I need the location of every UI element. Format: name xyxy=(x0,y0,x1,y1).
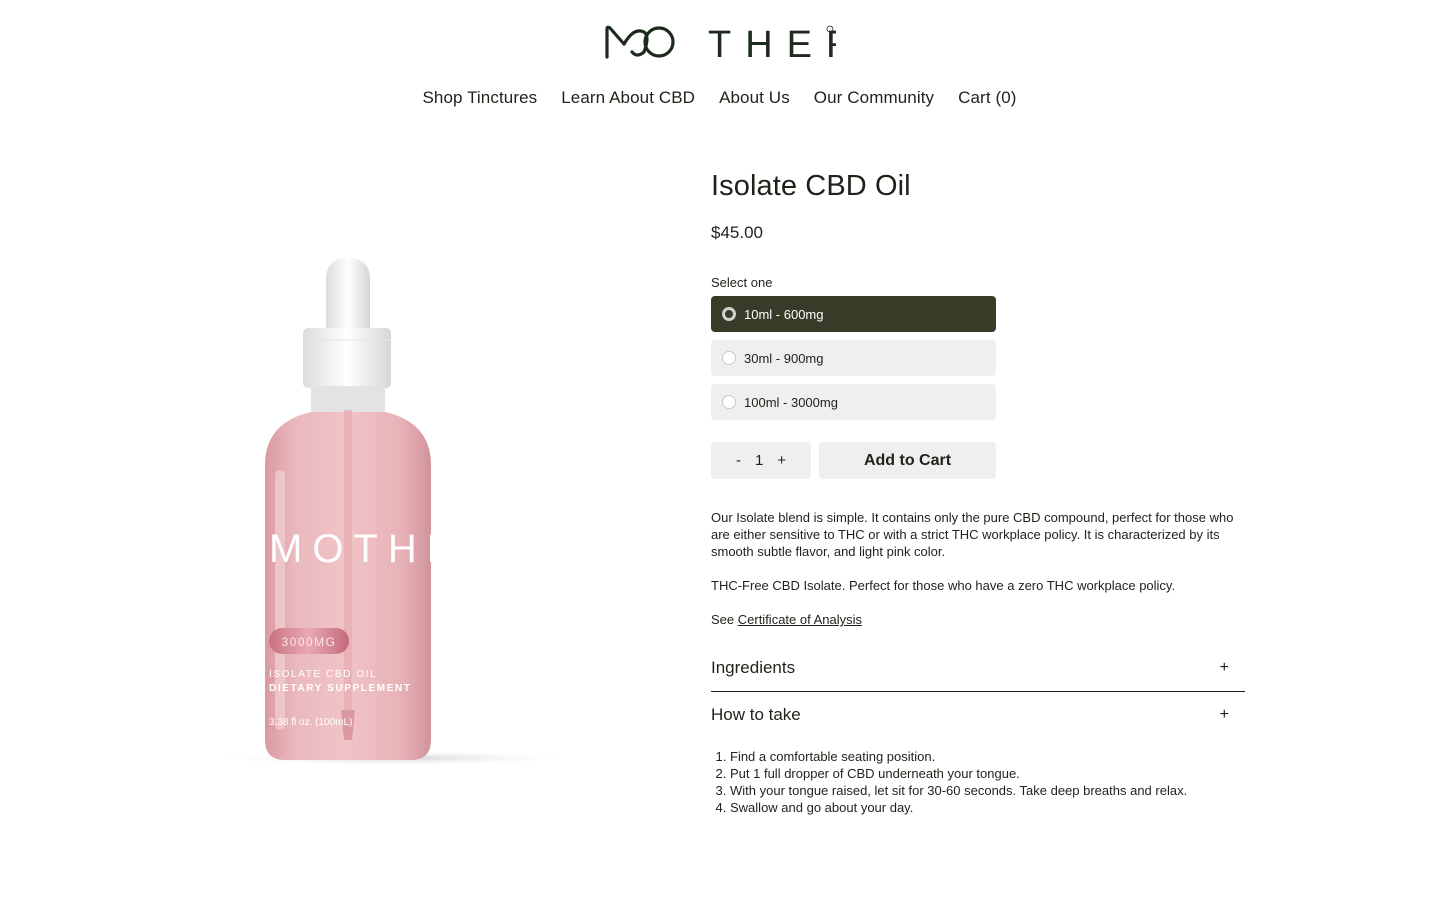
dropper-bulb xyxy=(326,258,370,335)
list-item: Swallow and go about your day. xyxy=(730,799,1245,816)
accordion-how-to-take[interactable]: How to take + xyxy=(711,692,1245,738)
list-item: Find a comfortable seating position. xyxy=(730,748,1245,765)
quantity-value[interactable]: 1 xyxy=(755,452,763,469)
list-item: With your tongue raised, let sit for 30-… xyxy=(730,782,1245,799)
logo-text: THER xyxy=(708,24,836,62)
nav-shop-tinctures[interactable]: Shop Tinctures xyxy=(422,88,537,108)
variant-option-100ml[interactable]: 100ml - 3000mg xyxy=(711,384,996,420)
quantity-increase-button[interactable]: + xyxy=(777,452,786,469)
description-paragraph: Our Isolate blend is simple. It contains… xyxy=(711,510,1234,559)
add-to-cart-button[interactable]: Add to Cart xyxy=(819,442,996,479)
certificate-line: See Certificate of Analysis xyxy=(711,611,1245,628)
mother-logo-icon: THER xyxy=(604,24,836,62)
product-accordion: Ingredients + How to take + Find a comfo… xyxy=(711,645,1245,816)
variant-option-30ml[interactable]: 30ml - 900mg xyxy=(711,340,996,376)
bottle-label-line1: ISOLATE CBD OIL xyxy=(269,669,377,680)
cart-row: - 1 + Add to Cart xyxy=(711,442,1245,479)
bottle-neck xyxy=(311,386,385,414)
product-info: Isolate CBD Oil $45.00 Select one 10ml -… xyxy=(711,170,1245,816)
nav-cart[interactable]: Cart (0) xyxy=(958,88,1016,108)
variant-option-10ml[interactable]: 10ml - 600mg xyxy=(711,296,996,332)
certificate-prefix: See xyxy=(711,612,738,627)
nav-learn-about-cbd[interactable]: Learn About CBD xyxy=(561,88,695,108)
quantity-stepper: - 1 + xyxy=(711,442,811,479)
accordion-ingredients[interactable]: Ingredients + xyxy=(711,645,1245,691)
plus-icon: + xyxy=(1219,659,1229,676)
bottle-brand-text: MOTHE xyxy=(269,527,463,571)
bottle-cap xyxy=(303,328,391,388)
product-title: Isolate CBD Oil xyxy=(711,170,911,202)
radio-icon xyxy=(722,351,736,365)
variant-label: 10ml - 600mg xyxy=(744,306,824,322)
product-image: MOTHE 3000MG ISOLATE CBD OIL DIETARY SUP… xyxy=(205,240,595,780)
bottle-badge-text: 3000MG xyxy=(281,635,336,649)
how-to-take-steps: Find a comfortable seating position. Put… xyxy=(711,748,1245,816)
certificate-link[interactable]: Certificate of Analysis xyxy=(738,612,862,627)
nav-our-community[interactable]: Our Community xyxy=(814,88,934,108)
radio-selected-icon xyxy=(722,307,736,321)
main-nav: Shop Tinctures Learn About CBD About Us … xyxy=(0,88,1439,108)
radio-icon xyxy=(722,395,736,409)
list-item: Put 1 full dropper of CBD underneath you… xyxy=(730,765,1245,782)
bottle-volume: 3.38 fl oz. (100mL) xyxy=(269,717,352,728)
plus-icon: + xyxy=(1219,706,1229,723)
variant-label: 100ml - 3000mg xyxy=(744,394,838,410)
bottle-label-line2: DIETARY SUPPLEMENT xyxy=(269,683,412,694)
variant-label: 30ml - 900mg xyxy=(744,350,824,366)
quantity-decrease-button[interactable]: - xyxy=(736,452,741,469)
brand-logo[interactable]: THER xyxy=(0,22,1439,67)
description-paragraph: THC-Free CBD Isolate. Perfect for those … xyxy=(711,578,1176,593)
accordion-label: How to take xyxy=(711,705,801,724)
variant-select-label: Select one xyxy=(711,275,773,290)
product-price: $45.00 xyxy=(711,223,763,242)
accordion-label: Ingredients xyxy=(711,658,796,677)
nav-about-us[interactable]: About Us xyxy=(719,88,790,108)
variant-options: 10ml - 600mg 30ml - 900mg 100ml - 3000mg xyxy=(711,296,996,420)
product-description: Our Isolate blend is simple. It contains… xyxy=(711,509,1245,628)
